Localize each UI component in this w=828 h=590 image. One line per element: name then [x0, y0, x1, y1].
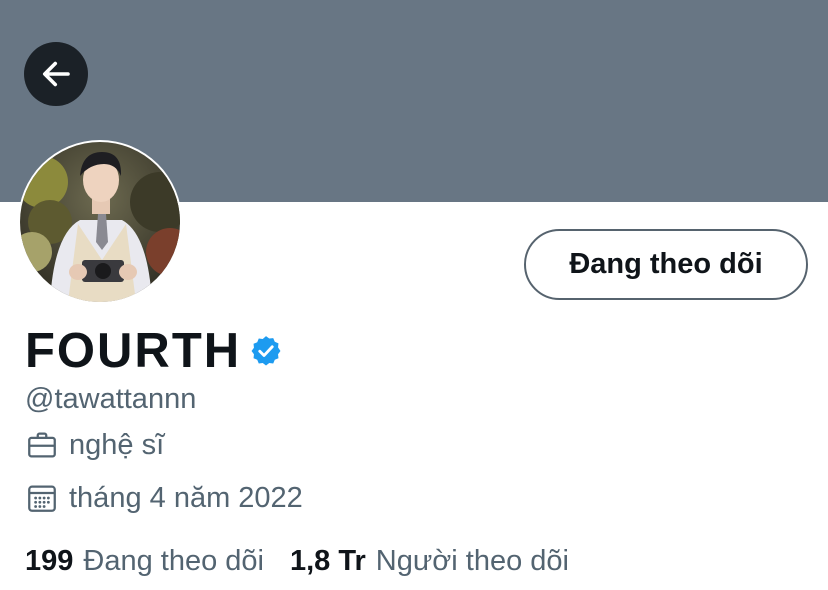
followers-count: 1,8 Tr	[289, 545, 366, 577]
avatar[interactable]	[18, 140, 182, 304]
arrow-left-icon	[38, 56, 74, 92]
back-button[interactable]	[24, 42, 88, 106]
following-label: Đang theo dõi	[83, 545, 264, 577]
followers-label: Người theo dõi	[375, 545, 569, 577]
follow-stats: 199 Đang theo dõi 1,8 Tr Người theo dõi	[25, 541, 569, 581]
following-button[interactable]: Đang theo dõi	[524, 229, 808, 300]
following-stat-link[interactable]: 199 Đang theo dõi	[25, 541, 264, 581]
profession-row: nghệ sĩ	[25, 426, 164, 464]
profile-name: FOURTH	[25, 324, 242, 378]
avatar-image	[20, 142, 180, 302]
profile-handle: @tawattannn	[25, 383, 197, 415]
verified-badge-icon	[249, 334, 283, 368]
calendar-icon	[25, 481, 59, 515]
briefcase-icon	[25, 428, 59, 462]
joined-row: tháng 4 năm 2022	[25, 479, 303, 517]
joined-date-text: tháng 4 năm 2022	[69, 482, 303, 514]
profile-name-row: FOURTH	[25, 322, 283, 380]
followers-stat-link[interactable]: 1,8 Tr Người theo dõi	[290, 541, 569, 581]
following-count: 199	[25, 545, 74, 577]
profession-text: nghệ sĩ	[69, 429, 165, 461]
